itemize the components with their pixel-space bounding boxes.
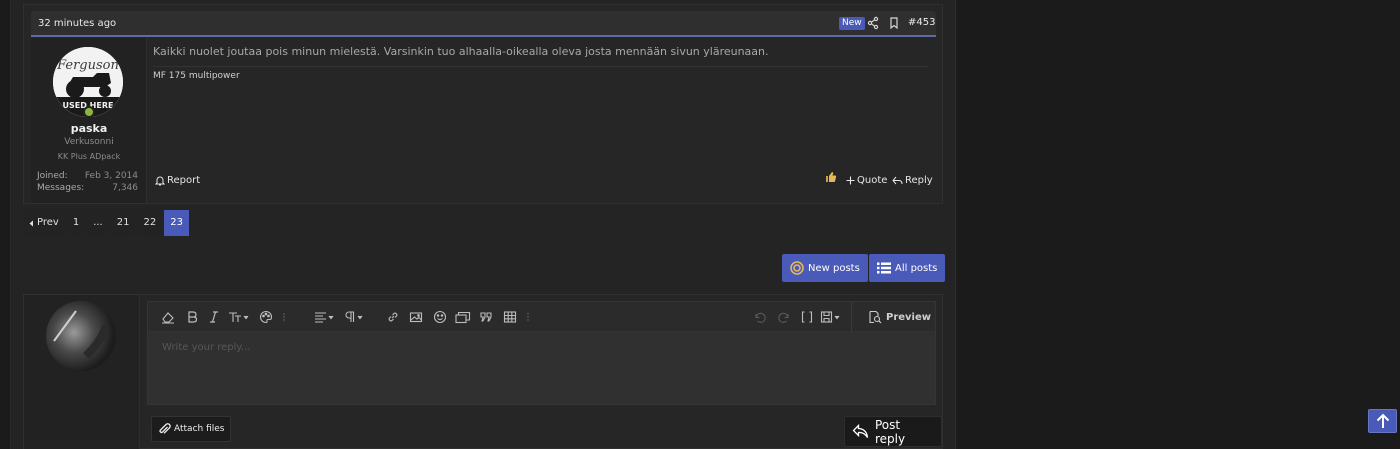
post-message: Kaikki nuolet joutaa pois minun mielestä… [153,45,769,58]
page-link-1[interactable]: 1 [66,210,86,236]
more-vertical-icon[interactable] [281,310,287,324]
caret-left-icon [29,220,34,227]
user-banner: KK Plus ADpack [57,152,121,161]
new-badge: New [839,17,865,30]
attach-label: Attach files [174,424,225,434]
share-icon[interactable] [866,16,880,30]
media-gallery-icon[interactable] [455,310,471,324]
post-header: 32 minutes ago New #453 [31,11,936,37]
target-icon [790,261,804,275]
quote-marks-icon[interactable] [479,310,493,324]
reply-arrow-large-icon [852,424,869,439]
prev-label: Prev [37,217,59,228]
bbcode-toggle-icon[interactable] [800,310,814,324]
reply-user-cell [24,295,140,449]
post-user-cell: Ferguson USED HERE paska Verkusonni KK P… [31,38,147,203]
messages-value: 7,346 [112,183,138,193]
preview-label: Preview [886,311,932,323]
user-title: Verkusonni [64,137,114,147]
signature-divider [153,66,928,67]
scroll-to-top-button[interactable] [1368,409,1397,433]
reply-placeholder: Write your reply... [162,342,251,353]
more-vertical-icon-2[interactable] [525,310,531,324]
toolbar-separator [851,302,852,332]
quote-button[interactable]: Quote [846,175,887,186]
preview-doc-icon [868,310,882,324]
post-signature: MF 175 multipower [153,71,240,81]
preview-button[interactable]: Preview [868,310,931,324]
username-link[interactable]: paska [31,122,147,135]
page-link-current[interactable]: 23 [164,210,189,236]
redo-icon[interactable] [777,310,791,324]
list-icon [877,262,891,274]
attach-files-button[interactable]: Attach files [151,416,232,442]
avatar-logo-text: Ferguson [56,58,119,73]
new-posts-button[interactable]: New posts [782,254,868,282]
arrow-up-icon [1376,413,1390,429]
report-label: Report [167,175,201,186]
post-number-link[interactable]: #453 [908,17,935,28]
eraser-icon[interactable] [161,310,175,324]
palette-icon[interactable] [259,310,273,324]
post-reply-button[interactable]: Post reply [844,416,942,447]
page-link-22[interactable]: 22 [137,210,163,236]
bell-icon [155,175,165,186]
align-icon[interactable] [314,310,336,324]
quote-label: Quote [857,175,888,186]
image-icon[interactable] [409,310,423,324]
table-icon[interactable] [503,310,517,324]
all-posts-label: All posts [895,262,938,274]
new-posts-label: New posts [808,262,860,274]
italic-icon[interactable] [207,310,221,324]
post-timestamp[interactable]: 32 minutes ago [38,18,116,29]
pagination: Prev 1 ... 21 22 23 [23,210,191,236]
bold-icon[interactable] [185,310,199,324]
post-reply-label: Post reply [875,417,906,446]
quick-reply: Preview Write your reply... Attach files… [23,294,943,449]
joined-value: Feb 3, 2014 [84,171,138,181]
report-button[interactable]: Report [155,175,200,186]
paragraph-icon[interactable] [343,310,365,324]
joined-label: Joined: [37,171,68,181]
reply-arrow-icon [892,176,903,186]
page-link-21[interactable]: 21 [110,210,136,236]
online-status-dot [83,106,95,118]
undo-icon[interactable] [753,310,767,324]
text-size-icon[interactable] [228,310,250,324]
all-posts-button[interactable]: All posts [869,254,946,282]
drafts-icon[interactable] [820,310,842,324]
thumbs-up-icon[interactable] [825,171,837,183]
reply-button[interactable]: Reply [892,175,933,186]
post-article: 32 minutes ago New #453 Ferguson USED HE… [23,4,943,204]
current-user-avatar[interactable] [46,301,116,371]
paperclip-icon [158,422,171,436]
reply-editor: Preview Write your reply... [147,301,936,405]
reply-label: Reply [905,175,933,186]
page-ellipsis[interactable]: ... [87,210,109,236]
link-icon[interactable] [386,310,400,324]
smiley-icon[interactable] [433,310,447,324]
plus-icon [846,176,855,185]
pagination-prev[interactable]: Prev [23,210,65,236]
editor-toolbar: Preview [148,302,935,332]
reply-textarea[interactable]: Write your reply... [148,332,935,404]
bookmark-icon[interactable] [887,16,901,30]
messages-label: Messages: [37,183,85,193]
